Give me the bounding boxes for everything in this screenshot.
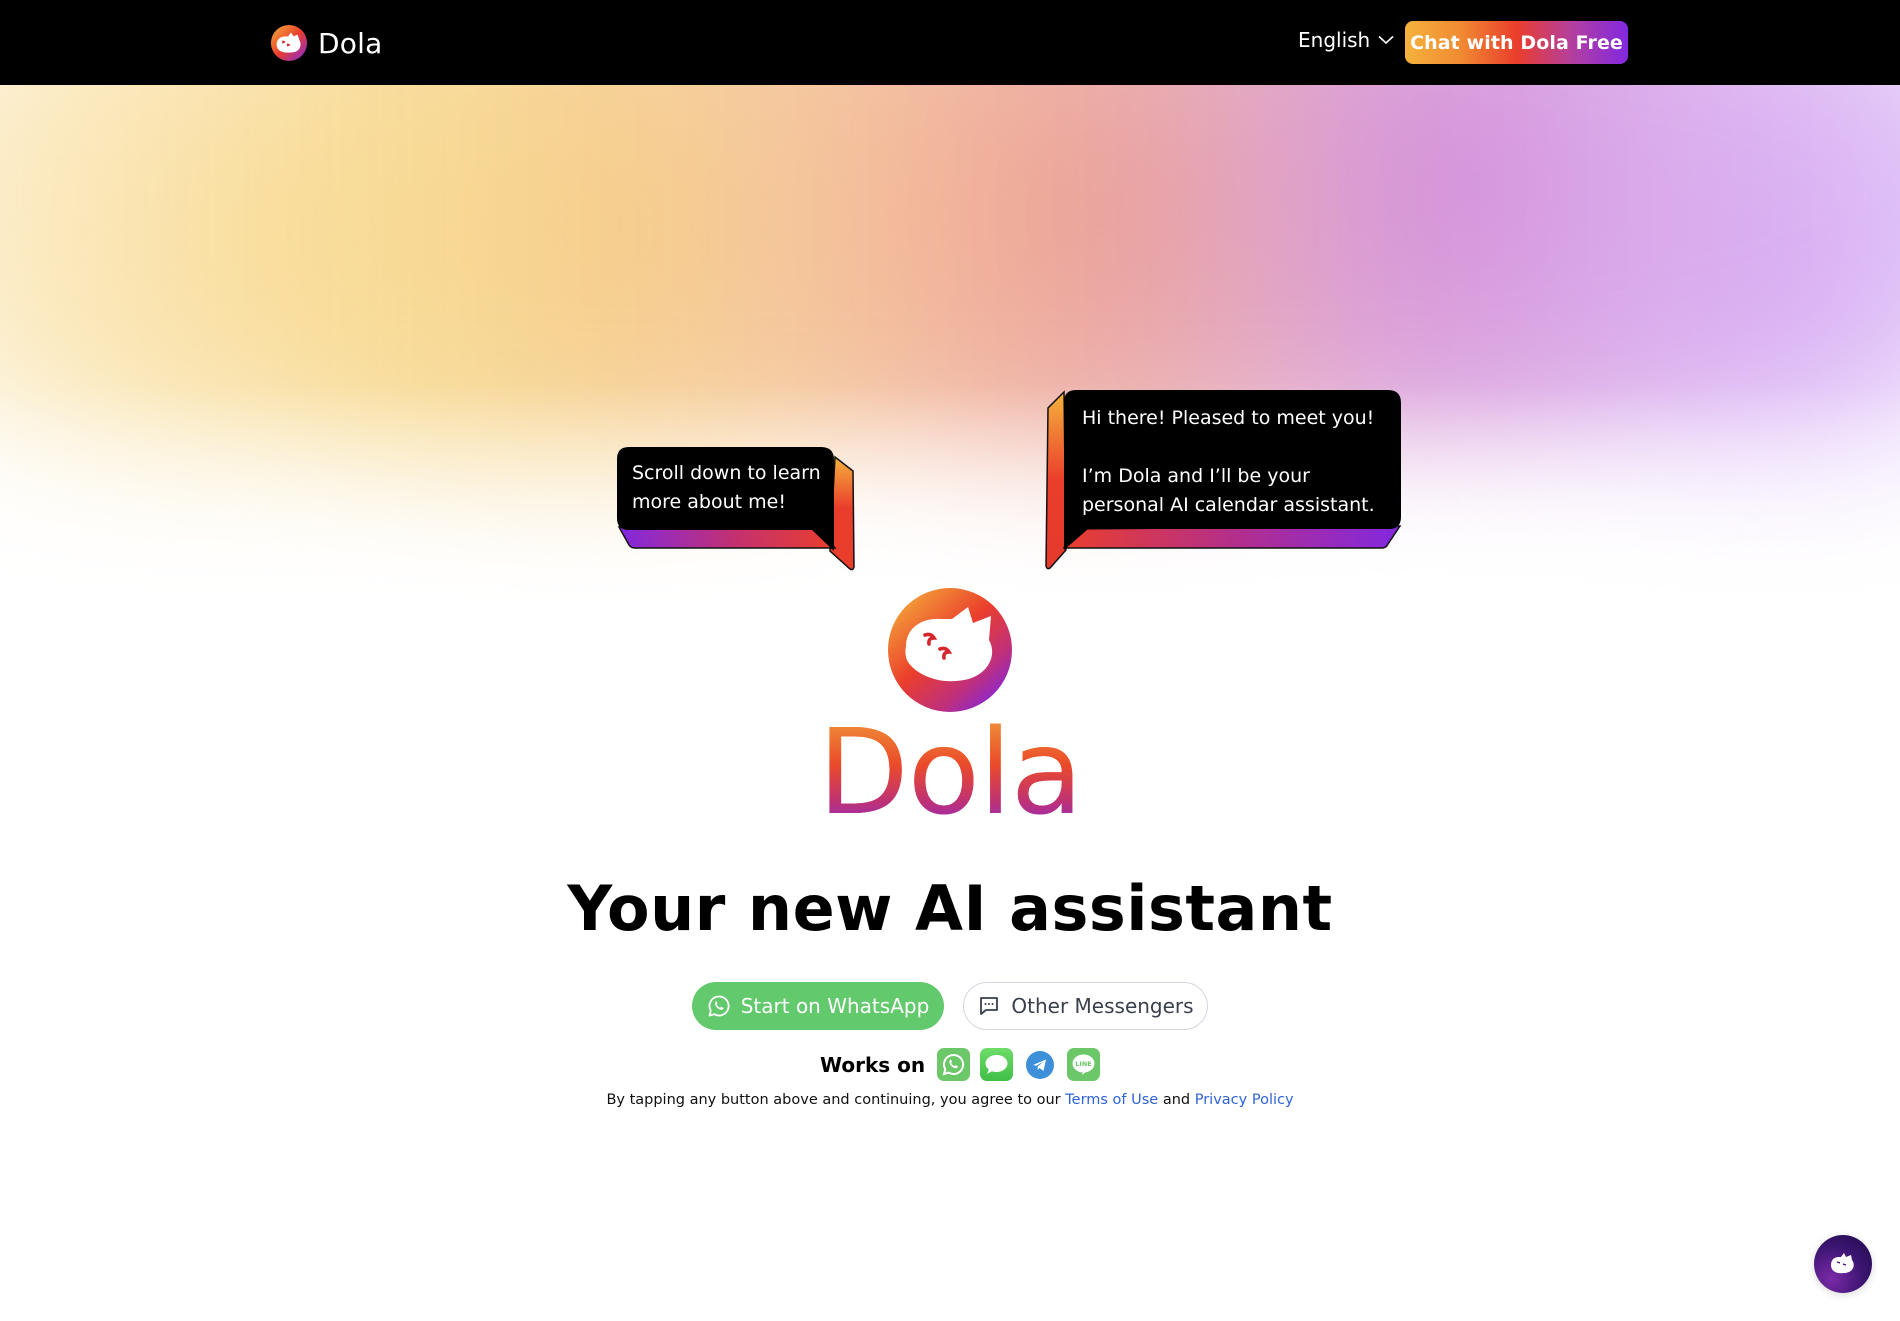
page-headline: Your new AI assistant [567,872,1333,945]
top-navbar: Dola English Chat with Dola Free [0,0,1900,85]
imessage-app-icon [980,1048,1014,1081]
speech-bubble-right-text: Hi there! Pleased to meet you! I’m Dola … [1082,407,1375,516]
whatsapp-button-label: Start on WhatsApp [740,994,930,1018]
floating-chat-button[interactable] [1814,1235,1872,1293]
terms-of-use-link[interactable]: Terms of Use [1065,1092,1158,1108]
whatsapp-app-icon [937,1048,971,1081]
works-on-row: Works on LINE [820,1048,1101,1081]
line-app-icon: LINE [1067,1048,1101,1081]
works-on-label: Works on [820,1052,926,1077]
privacy-policy-link[interactable]: Privacy Policy [1195,1092,1294,1108]
start-on-whatsapp-button[interactable]: Start on WhatsApp [692,982,944,1030]
hero-gradient-background [0,85,1900,605]
speech-bubble-greeting: Hi there! Pleased to meet you! I’m Dola … [1044,390,1404,571]
other-messengers-label: Other Messengers [1011,994,1194,1018]
speech-bubble-scroll-hint: Scroll down to learn more about me! [617,447,857,571]
chat-bubble-icon [980,997,999,1015]
chevron-down-icon [1378,35,1394,45]
cat-face-icon [1831,1253,1854,1274]
legal-prefix: By tapping any button above and continui… [606,1092,1066,1108]
brand-name: Dola [318,26,383,60]
dola-mascot-logo-icon [888,588,1012,712]
language-selector[interactable]: English [1298,28,1394,52]
chat-with-dola-free-button[interactable]: Chat with Dola Free [1405,21,1628,64]
legal-disclaimer: By tapping any button above and continui… [0,1092,1900,1108]
language-label: English [1298,28,1371,52]
svg-text:LINE: LINE [1075,1060,1091,1068]
brand-logo-link[interactable]: Dola [270,24,382,62]
action-buttons: Start on WhatsApp Other Messengers [692,982,1208,1030]
telegram-app-icon [1026,1050,1055,1079]
speech-bubble-left-text: Scroll down to learn more about me! [632,462,821,513]
dola-wordmark: Dola [0,712,1900,832]
dola-cat-logo-icon [270,24,308,62]
whatsapp-icon [708,995,730,1017]
other-messengers-button[interactable]: Other Messengers [963,982,1208,1030]
wordmark-text: Dola [817,703,1083,841]
legal-and: and [1158,1092,1195,1108]
